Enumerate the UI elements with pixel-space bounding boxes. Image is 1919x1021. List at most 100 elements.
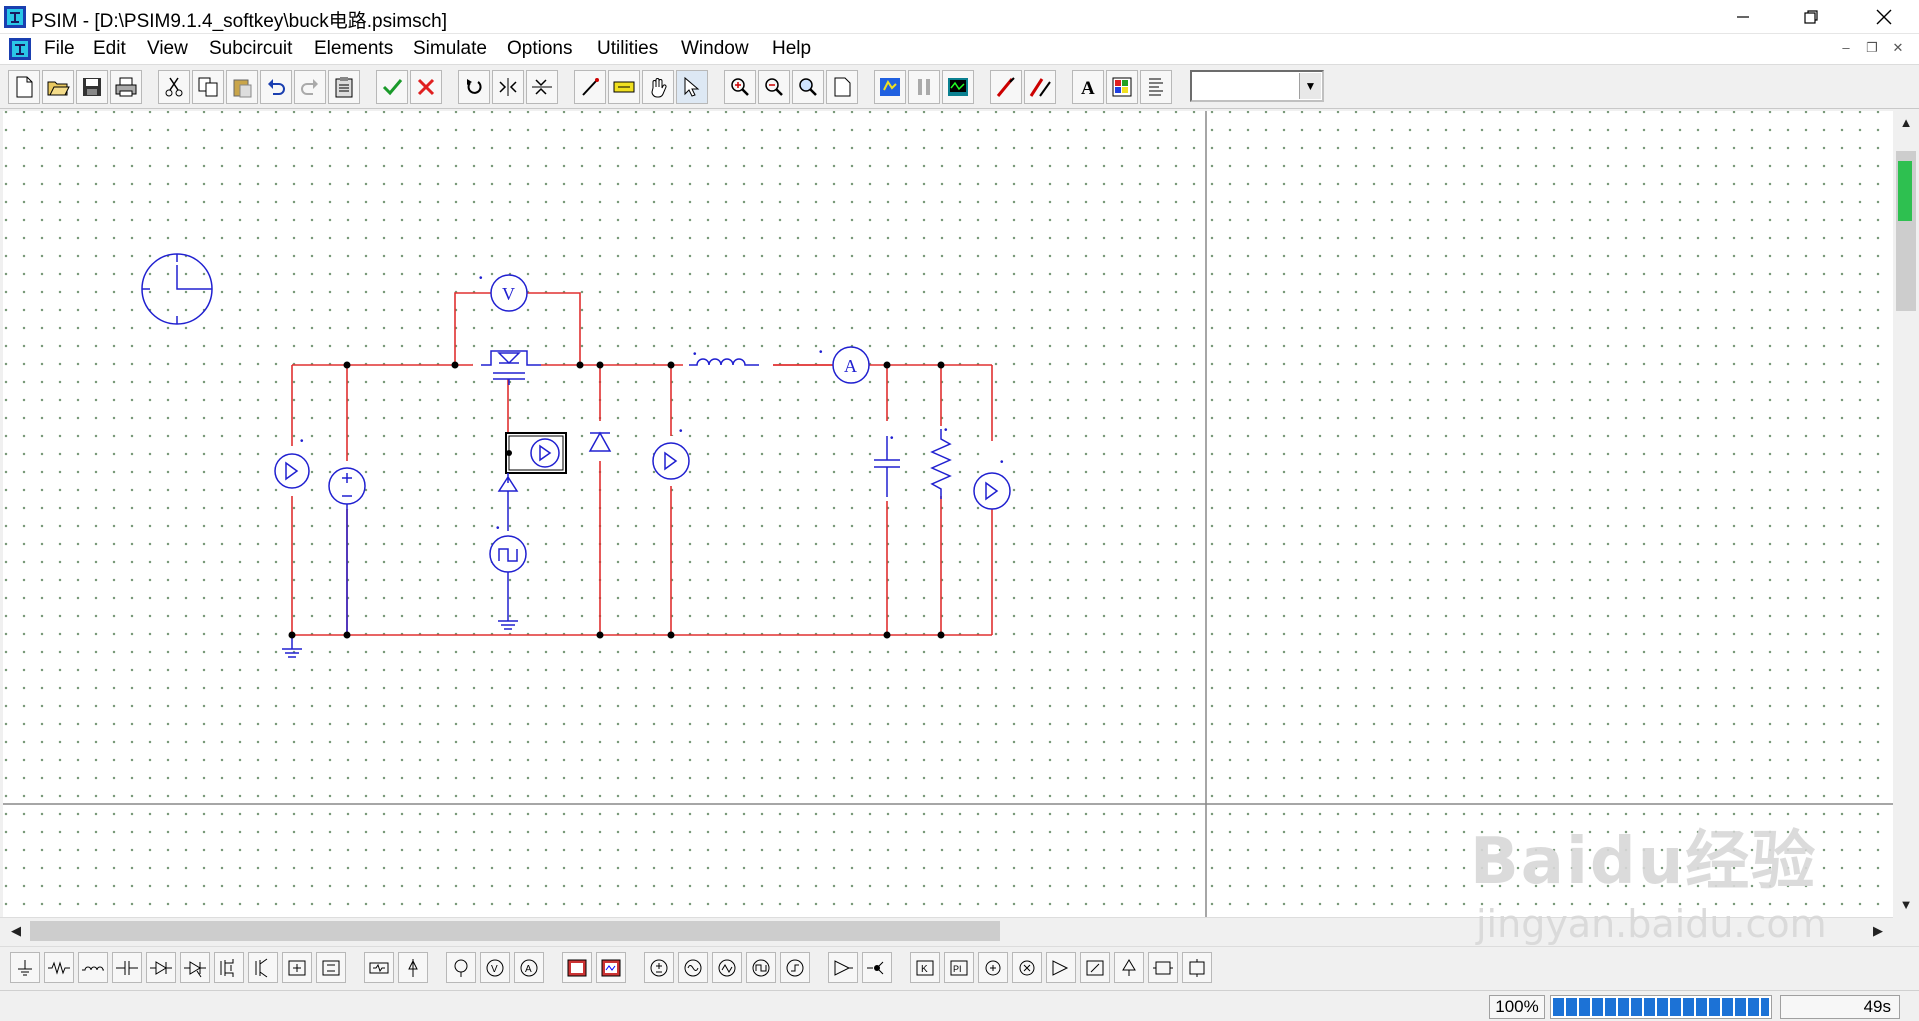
new-file-icon[interactable]	[8, 70, 40, 104]
menu-file[interactable]: File	[44, 38, 75, 60]
zoom-fit-icon[interactable]	[792, 70, 824, 104]
simview-icon[interactable]	[942, 70, 974, 104]
menu-help[interactable]: Help	[772, 38, 811, 60]
undo-icon[interactable]	[260, 70, 292, 104]
multiplier-elem-icon[interactable]	[1012, 952, 1042, 983]
check-icon[interactable]	[376, 70, 408, 104]
svg-text:•: •	[679, 426, 683, 437]
horizontal-scroll-thumb[interactable]	[30, 921, 1000, 941]
scroll-up-icon[interactable]: ▲	[1894, 111, 1918, 135]
mdi-minimize-icon[interactable]: –	[1838, 40, 1854, 56]
select-arrow-icon[interactable]	[676, 70, 708, 104]
scroll-left-icon[interactable]: ◀	[4, 919, 28, 943]
zoom-out-icon[interactable]	[758, 70, 790, 104]
probe-red-icon[interactable]	[990, 70, 1022, 104]
mdi-restore-icon[interactable]: ❐	[1864, 40, 1880, 56]
vertical-scrollbar[interactable]: ▲ ▼	[1893, 111, 1919, 917]
switch-module-icon[interactable]	[282, 952, 312, 983]
parameter-icon[interactable]	[1140, 70, 1172, 104]
chevron-down-icon[interactable]: ▼	[1299, 73, 1321, 99]
k-gain-elem-icon[interactable]: K	[910, 952, 940, 983]
diode-elem-icon[interactable]	[146, 952, 176, 983]
bridge-elem-icon[interactable]	[316, 952, 346, 983]
flip-lr-icon[interactable]	[492, 70, 524, 104]
schematic-drawing[interactable]: • V• • • • A• • • •	[3, 111, 1893, 917]
redo-icon[interactable]	[294, 70, 326, 104]
close-button[interactable]	[1855, 0, 1913, 34]
scroll-down-icon[interactable]: ▼	[1894, 893, 1918, 917]
save-icon[interactable]	[76, 70, 108, 104]
ac-source-elem-icon[interactable]	[678, 952, 708, 983]
minimize-button[interactable]	[1714, 0, 1772, 34]
summer-elem-icon[interactable]	[978, 952, 1008, 983]
gating-elem-icon[interactable]	[862, 952, 892, 983]
node-elem-icon[interactable]	[1114, 952, 1144, 983]
current-sensor-elem-icon[interactable]	[1182, 952, 1212, 983]
run-simulation-icon[interactable]	[874, 70, 906, 104]
color-icon[interactable]	[1106, 70, 1138, 104]
menu-subcircuit[interactable]: Subcircuit	[209, 38, 292, 60]
copy-icon[interactable]	[192, 70, 224, 104]
resistor-elem-icon[interactable]	[44, 952, 74, 983]
mdi-close-icon[interactable]: ✕	[1890, 40, 1906, 56]
rotate-icon[interactable]	[458, 70, 490, 104]
dc-source-elem-icon[interactable]	[644, 952, 674, 983]
limiter-elem-icon[interactable]	[1046, 952, 1076, 983]
scope-elem-icon[interactable]	[562, 952, 592, 983]
pause-icon[interactable]	[908, 70, 940, 104]
toolbar-combo[interactable]: ▼	[1190, 70, 1324, 102]
scroll-right-icon[interactable]: ▶	[1866, 919, 1890, 943]
clipboard-icon[interactable]	[328, 70, 360, 104]
label-icon[interactable]	[608, 70, 640, 104]
svg-text:•: •	[496, 523, 500, 534]
delete-icon[interactable]	[410, 70, 442, 104]
wire-icon[interactable]	[574, 70, 606, 104]
page-icon[interactable]	[826, 70, 858, 104]
minimize-icon	[1737, 16, 1749, 18]
menu-view[interactable]: View	[147, 38, 188, 60]
document-icon[interactable]	[8, 37, 32, 61]
probe-multi-icon[interactable]	[1024, 70, 1056, 104]
open-folder-icon[interactable]	[42, 70, 74, 104]
menu-elements[interactable]: Elements	[314, 38, 393, 60]
svg-text:A: A	[525, 964, 532, 975]
vertical-scroll-thumb[interactable]	[1896, 151, 1916, 311]
menu-window[interactable]: Window	[681, 38, 749, 60]
motor-elem-icon[interactable]	[398, 952, 428, 983]
zoom-in-icon[interactable]	[724, 70, 756, 104]
pan-hand-icon[interactable]	[642, 70, 674, 104]
clock-element[interactable]	[141, 253, 213, 325]
integrator-elem-icon[interactable]	[1080, 952, 1110, 983]
ground-elem-icon[interactable]	[10, 952, 40, 983]
restore-button[interactable]	[1782, 0, 1840, 34]
ammeter-elem-icon[interactable]: A	[514, 952, 544, 983]
svg-text:•: •	[479, 273, 483, 284]
paste-icon[interactable]	[226, 70, 258, 104]
text-icon[interactable]: A	[1072, 70, 1104, 104]
square-source-elem-icon[interactable]	[746, 952, 776, 983]
inductor-elem-icon[interactable]	[78, 952, 108, 983]
menu-simulate[interactable]: Simulate	[413, 38, 487, 60]
scope2-elem-icon[interactable]	[596, 952, 626, 983]
voltage-sensor-elem-icon[interactable]	[1148, 952, 1178, 983]
menu-utilities[interactable]: Utilities	[597, 38, 658, 60]
probe-elem-icon[interactable]	[446, 952, 476, 983]
triangle-source-elem-icon[interactable]	[712, 952, 742, 983]
cut-icon[interactable]	[158, 70, 190, 104]
igbt-elem-icon[interactable]	[248, 952, 278, 983]
mosfet-elem-icon[interactable]	[214, 952, 244, 983]
svg-text:•: •	[944, 425, 948, 436]
comparator-elem-icon[interactable]	[828, 952, 858, 983]
step-source-elem-icon[interactable]	[780, 952, 810, 983]
components[interactable]: • V• • • • A• • • •	[274, 273, 1011, 658]
voltmeter-elem-icon[interactable]: V	[480, 952, 510, 983]
schematic-canvas[interactable]: • V • • • • A • • • •	[0, 111, 1893, 917]
print-icon[interactable]	[110, 70, 142, 104]
pi-elem-icon[interactable]: PI	[944, 952, 974, 983]
transformer-elem-icon[interactable]	[364, 952, 394, 983]
thyristor-elem-icon[interactable]	[180, 952, 210, 983]
capacitor-elem-icon[interactable]	[112, 952, 142, 983]
flip-tb-icon[interactable]	[526, 70, 558, 104]
menu-edit[interactable]: Edit	[93, 38, 126, 60]
menu-options[interactable]: Options	[507, 38, 572, 60]
